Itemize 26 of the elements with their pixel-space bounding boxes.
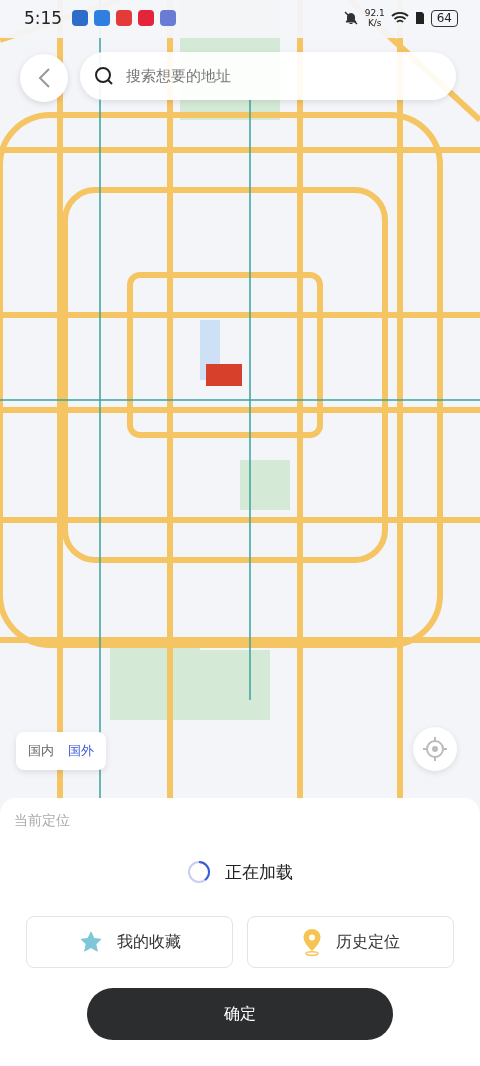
search-icon	[94, 66, 114, 86]
region-tab[interactable]: 国外	[68, 742, 94, 760]
network-speed: 92.1 K/s	[364, 8, 385, 28]
app-notification-icon	[138, 10, 155, 26]
region-tab[interactable]: 国内	[28, 742, 54, 760]
sim-icon	[414, 11, 425, 25]
battery-level: 64	[430, 9, 458, 27]
app-notification-icon	[72, 10, 89, 26]
search-input[interactable]: 搜索想要的地址	[124, 66, 442, 86]
shortcut-button[interactable]: 我的收藏	[26, 916, 233, 968]
app-notification-icon	[160, 10, 177, 26]
shortcut-button[interactable]: 历史定位	[247, 916, 454, 968]
loading-text: 正在加载	[225, 860, 293, 884]
search-field[interactable]: 搜索想要的地址	[80, 52, 456, 100]
chevron-left-icon	[37, 67, 51, 89]
star-icon	[78, 930, 103, 954]
section-title: 当前定位	[14, 812, 71, 830]
crosshair-icon	[422, 736, 448, 762]
status-time: 5:15	[24, 8, 63, 28]
app-notification-icon	[116, 10, 133, 26]
wifi-icon	[390, 11, 409, 25]
confirm-button[interactable]: 确定	[87, 988, 393, 1040]
loading-spinner-icon	[187, 860, 211, 884]
location-pin-icon	[301, 928, 322, 956]
app-notification-icon	[94, 10, 111, 26]
bell-muted-icon	[342, 10, 359, 26]
